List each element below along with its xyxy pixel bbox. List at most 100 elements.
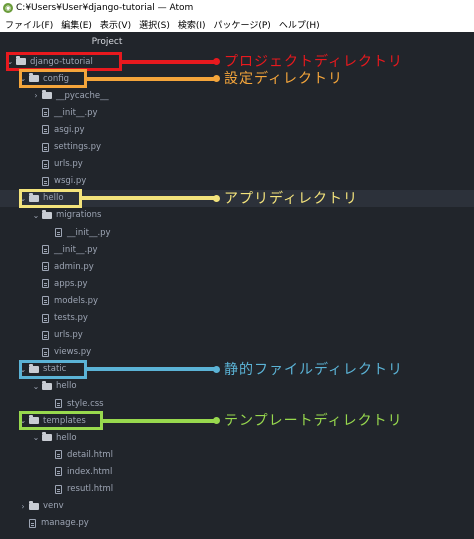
folder-icon [29, 500, 39, 510]
annotation-box [19, 69, 87, 89]
annotation-dot [213, 58, 220, 66]
file-icon [42, 262, 49, 272]
tree-item-label: __init__.py [67, 227, 111, 238]
tree-file[interactable]: index.html [0, 463, 214, 480]
folder-icon [42, 432, 52, 442]
title-bar: ◉ C:¥Users¥User¥django-tutorial — Atom [0, 0, 474, 16]
file-icon [42, 330, 49, 340]
folder-icon [42, 90, 52, 100]
tree-item-label: urls.py [54, 159, 83, 170]
annotation-label: アプリディレクトリ [224, 190, 359, 207]
annotation-box [19, 359, 87, 379]
tree-file[interactable]: detail.html [0, 446, 214, 463]
tree-item-label: wsgi.py [54, 176, 87, 187]
file-icon [55, 450, 62, 460]
tree-file[interactable]: apps.py [0, 275, 214, 292]
tree-folder[interactable]: › __pycache__ [0, 87, 214, 104]
menu-item-0[interactable]: ファイル(F) [5, 18, 53, 31]
tree-item-label: asgi.py [54, 124, 85, 135]
atom-app-icon: ◉ [3, 3, 13, 13]
tree-file[interactable]: resutl.html [0, 481, 214, 498]
annotation-label: 設定ディレクトリ [224, 71, 344, 88]
chevron-down-icon[interactable]: ⌄ [32, 433, 40, 442]
tree-file[interactable]: __init__.py [0, 241, 214, 258]
file-icon [42, 296, 49, 306]
tree-file[interactable]: settings.py [0, 139, 214, 156]
chevron-right-icon[interactable]: › [32, 91, 40, 100]
menu-item-1[interactable]: 編集(E) [61, 18, 92, 31]
tree-item-label: resutl.html [67, 484, 114, 494]
tree-folder[interactable]: ⌄ migrations [0, 207, 214, 224]
tree-file[interactable]: views.py [0, 344, 214, 361]
tree-item-label: style.css [67, 398, 104, 409]
menu-item-5[interactable]: パッケージ(P) [214, 18, 271, 31]
tree-item-label: manage.py [41, 518, 89, 529]
file-icon [42, 125, 49, 135]
tree-file[interactable]: style.css [0, 395, 214, 412]
file-icon [55, 467, 62, 477]
menu-item-6[interactable]: ヘルプ(H) [279, 18, 320, 31]
tree-file[interactable]: wsgi.py [0, 173, 214, 190]
tree-item-label: apps.py [54, 278, 88, 289]
chevron-down-icon[interactable]: ⌄ [32, 382, 40, 391]
tree-item-label: __init__.py [54, 244, 98, 255]
menu-bar: ファイル(F) 編集(E) 表示(V) 選択(S) 検索(I) パッケージ(P) ヘルプ(H… [0, 16, 474, 32]
menu-item-3[interactable]: 選択(S) [139, 18, 170, 31]
tree-file[interactable]: urls.py [0, 156, 214, 173]
tree-item-label: migrations [56, 210, 102, 221]
folder-icon [42, 209, 52, 219]
tree-item-label: views.py [54, 347, 92, 358]
tree-item-label: __init__.py [54, 107, 98, 118]
annotation-box [19, 188, 82, 208]
tree-item-label: hello [56, 432, 77, 443]
tree-file[interactable]: __init__.py [0, 104, 214, 121]
tree-item-label: detail.html [67, 449, 113, 460]
annotation-dot [213, 75, 220, 83]
annotation-dot [213, 365, 220, 373]
annotation-label: 静的ファイルディレクトリ [224, 361, 404, 378]
file-icon [55, 484, 62, 494]
panel-title: Project [91, 37, 123, 47]
file-icon [42, 313, 49, 323]
tree-file[interactable]: __init__.py [0, 224, 214, 241]
file-icon [55, 228, 62, 237]
file-icon [42, 176, 49, 186]
tree-item-label: tests.py [54, 313, 88, 323]
tree-item-label: admin.py [54, 261, 94, 272]
annotation-dot [213, 194, 220, 202]
tree-folder[interactable]: ⌄ hello [0, 378, 214, 395]
tree-item-label: venv [43, 501, 64, 512]
folder-icon [42, 380, 52, 390]
menu-item-4[interactable]: 検索(I) [178, 18, 206, 31]
annotation-line [86, 76, 216, 81]
annotation-line [102, 418, 216, 423]
chevron-right-icon[interactable]: › [19, 502, 27, 511]
menu-item-2[interactable]: 表示(V) [100, 18, 131, 31]
file-icon [55, 399, 62, 408]
tree-item-label: settings.py [54, 142, 102, 152]
annotation-dot [213, 417, 220, 425]
file-icon [42, 279, 49, 289]
annotation-line [121, 59, 216, 64]
tree-item-label: __pycache__ [56, 90, 109, 101]
file-icon [42, 245, 49, 255]
tree-item-label: urls.py [54, 330, 83, 341]
file-icon [42, 108, 49, 118]
tree-file[interactable]: manage.py [0, 515, 214, 532]
annotation-line [81, 196, 216, 201]
file-icon [42, 347, 49, 357]
tree-folder[interactable]: › venv [0, 498, 214, 515]
tree-file[interactable]: urls.py [0, 327, 214, 344]
window-title: C:¥Users¥User¥django-tutorial — Atom [16, 3, 194, 13]
tree-file[interactable]: tests.py [0, 310, 214, 327]
tree-file[interactable]: models.py [0, 292, 214, 309]
tree-item-label: hello [56, 381, 77, 392]
file-icon [42, 142, 49, 152]
tree-item-label: index.html [67, 466, 113, 477]
tree-file[interactable]: admin.py [0, 258, 214, 275]
chevron-down-icon[interactable]: ⌄ [32, 211, 40, 220]
annotation-label: テンプレートディレクトリ [224, 413, 403, 430]
tree-file[interactable]: asgi.py [0, 121, 214, 138]
annotation-line [86, 367, 216, 372]
tree-folder[interactable]: ⌄ hello [0, 429, 214, 446]
